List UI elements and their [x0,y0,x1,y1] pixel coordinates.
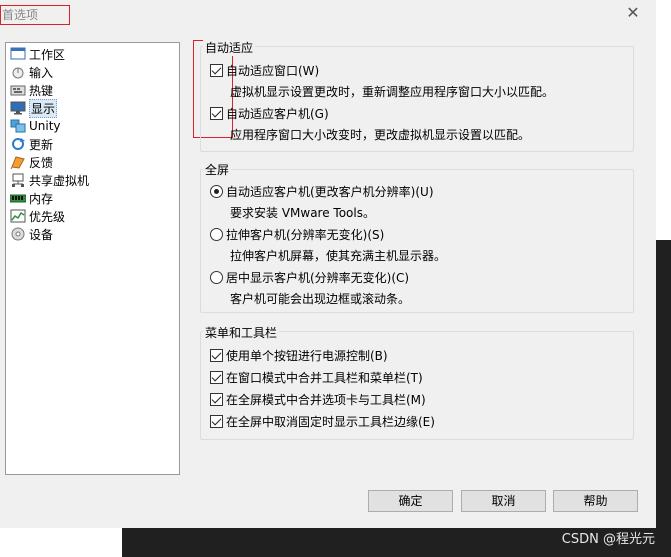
cancel-button[interactable]: 取消 [461,490,546,512]
combine-tabs-toolbar-checkbox[interactable]: 在全屏模式中合并选项卡与工具栏(M) [210,391,426,408]
combine-tabs-toolbar-label: 在全屏模式中合并选项卡与工具栏(M) [226,393,426,407]
nav-item-shared-vm[interactable]: 共享虚拟机 [10,171,89,189]
checkbox-checked-icon[interactable] [210,64,223,77]
autofit-group-title: 自动适应 [203,39,256,56]
fullscreen-autofit-description: 要求安装 VMware Tools。 [230,206,375,220]
nav-item-memory[interactable]: 内存 [9,189,54,207]
checkbox-checked-icon[interactable] [210,107,223,120]
autofit-window-checkbox[interactable]: 自动适应窗口(W) [210,62,319,79]
nav-item-priority[interactable]: 优先级 [10,207,65,225]
autofit-guest-label: 自动适应客户机(G) [226,107,329,121]
nav-item-label: 反馈 [29,155,54,170]
nav-item-unity[interactable]: Unity [10,117,61,135]
autofit-window-description: 虚拟机显示设置更改时，重新调整应用程序窗口大小以匹配。 [230,85,555,99]
unity-icon [10,119,26,133]
shared-vm-icon [10,173,26,187]
fullscreen-center-radio[interactable]: 居中显示客户机(分辨率无变化)(C) [210,269,409,286]
preferences-dialog: 首选项 ✕ 工作区 输入 热键 显示 Unity 更新 反馈 共享虚拟机 内存 … [0,0,656,528]
menus-toolbar-group-title: 菜单和工具栏 [203,324,280,341]
radio-unselected-icon[interactable] [210,228,223,241]
autofit-guest-checkbox[interactable]: 自动适应客户机(G) [210,105,329,122]
memory-icon [9,191,27,205]
input-icon [10,65,26,79]
nav-item-feedback[interactable]: 反馈 [10,153,53,171]
annotation-box-title [0,5,70,25]
combine-toolbar-menubar-label: 在窗口模式中合并工具栏和菜单栏(T) [226,371,423,385]
nav-item-label: 内存 [29,191,54,206]
nav-item-label: 设备 [29,227,54,242]
workspace-icon [10,47,26,61]
feedback-icon [10,155,26,170]
fullscreen-center-description: 客户机可能会出现边框或滚动条。 [230,292,411,306]
priority-icon [10,209,26,223]
radio-selected-icon[interactable] [210,185,223,198]
checkbox-checked-icon[interactable] [210,349,223,362]
nav-item-display[interactable]: 显示 [10,98,58,118]
toolbar-edge-label: 在全屏中取消固定时显示工具栏边缘(E) [226,415,435,429]
nav-item-label: 工作区 [29,47,66,62]
radio-unselected-icon[interactable] [210,271,223,284]
fullscreen-stretch-radio[interactable]: 拉伸客户机(分辨率无变化)(S) [210,226,384,243]
updates-icon [10,137,26,151]
checkbox-checked-icon[interactable] [210,371,223,384]
ok-button[interactable]: 确定 [368,490,453,512]
background-bottom-strip [0,528,122,557]
fullscreen-autofit-radio[interactable]: 自动适应客户机(更改客户机分辨率)(U) [210,183,434,200]
nav-item-label: 优先级 [29,209,66,224]
nav-item-label: 显示 [29,98,58,118]
nav-item-devices[interactable]: 设备 [10,225,53,243]
help-button[interactable]: 帮助 [553,490,638,512]
nav-item-label: 热键 [29,83,54,98]
background-window-strip [656,0,671,240]
nav-item-updates[interactable]: 更新 [10,135,53,153]
autofit-window-label: 自动适应窗口(W) [226,64,320,78]
nav-item-label: 输入 [29,65,54,80]
hotkeys-icon [10,83,26,97]
fullscreen-stretch-description: 拉伸客户机屏幕，使其充满主机显示器。 [230,249,447,263]
fullscreen-stretch-label: 拉伸客户机(分辨率无变化)(S) [226,228,385,242]
single-power-button-checkbox[interactable]: 使用单个按钮进行电源控制(B) [210,347,388,364]
fullscreen-group-title: 全屏 [203,161,232,178]
watermark: CSDN @程光元 [561,532,655,547]
fullscreen-autofit-label: 自动适应客户机(更改客户机分辨率)(U) [226,185,434,199]
display-icon [10,101,26,115]
nav-item-label: 更新 [29,137,54,152]
checkbox-checked-icon[interactable] [210,415,223,428]
toolbar-edge-checkbox[interactable]: 在全屏中取消固定时显示工具栏边缘(E) [210,413,435,430]
combine-toolbar-menubar-checkbox[interactable]: 在窗口模式中合并工具栏和菜单栏(T) [210,369,423,386]
devices-icon [10,227,26,241]
category-list[interactable]: 工作区 输入 热键 显示 Unity 更新 反馈 共享虚拟机 内存 优先级 设备 [5,42,180,475]
fullscreen-center-label: 居中显示客户机(分辨率无变化)(C) [226,271,410,285]
nav-item-hotkeys[interactable]: 热键 [10,81,53,99]
close-icon[interactable]: ✕ [624,4,642,22]
nav-item-input[interactable]: 输入 [10,63,53,81]
nav-item-workspace[interactable]: 工作区 [10,45,65,63]
nav-item-label: 共享虚拟机 [29,173,90,188]
checkbox-checked-icon[interactable] [210,393,223,406]
autofit-guest-description: 应用程序窗口大小改变时，更改虚拟机显示设置以匹配。 [230,128,531,142]
single-power-button-label: 使用单个按钮进行电源控制(B) [226,349,388,363]
nav-item-label: Unity [29,119,61,133]
